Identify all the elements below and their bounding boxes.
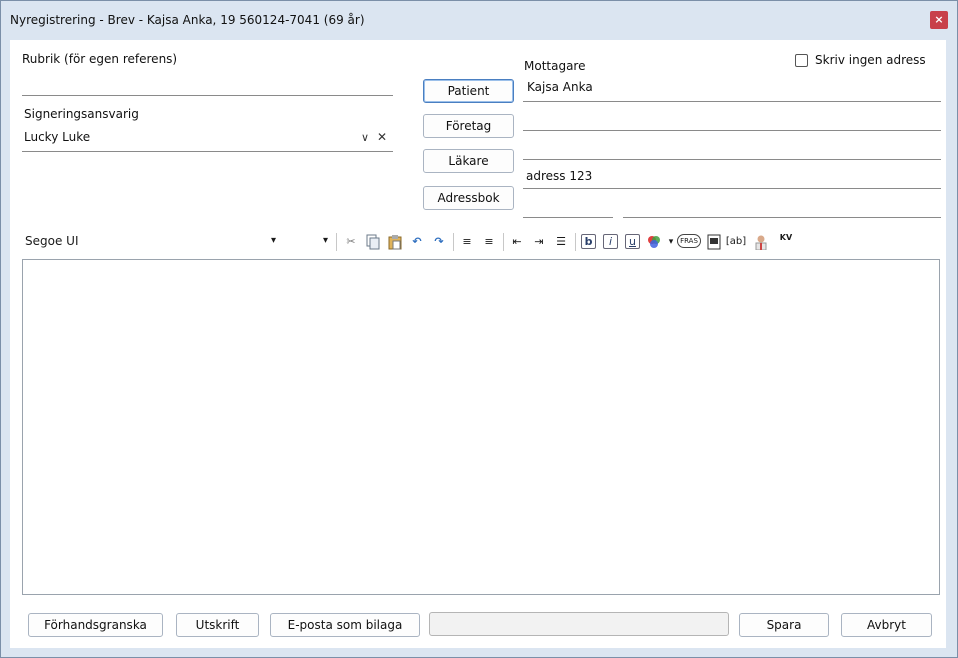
- bold-icon[interactable]: b: [581, 234, 596, 249]
- kv-icon[interactable]: KV: [778, 234, 794, 250]
- recipient-line-1-value: Kajsa Anka: [527, 80, 593, 94]
- font-size-dropdown-icon[interactable]: ▾: [323, 235, 328, 246]
- font-name-dropdown-icon[interactable]: ▾: [271, 235, 276, 246]
- italic-icon[interactable]: i: [603, 234, 618, 249]
- font-name-select[interactable]: Segoe UI: [25, 234, 78, 248]
- company-button[interactable]: Företag: [423, 114, 514, 138]
- redo-icon[interactable]: ↷: [431, 234, 447, 250]
- no-address-checkbox[interactable]: [795, 54, 808, 67]
- address-book-button[interactable]: Adressbok: [423, 186, 514, 210]
- signer-select[interactable]: Lucky Luke ∨ ✕: [22, 126, 393, 152]
- undo-icon[interactable]: ↶: [409, 234, 425, 250]
- patient-button[interactable]: Patient: [423, 79, 514, 103]
- template-icon[interactable]: [706, 234, 722, 250]
- chevron-down-icon[interactable]: ∨: [361, 131, 369, 144]
- signer-value: Lucky Luke: [24, 130, 91, 144]
- rubrik-input[interactable]: [22, 70, 393, 96]
- doctor-icon[interactable]: [753, 234, 769, 251]
- city-field[interactable]: [623, 193, 941, 218]
- recipient-line-4-value: adress 123: [526, 169, 593, 183]
- indent-icon[interactable]: ⇥: [531, 234, 547, 250]
- close-button[interactable]: ×: [930, 11, 948, 29]
- editor-toolbar: Segoe UI ▾ ▾ ✂ ↶ ↷ ≡ ≡ ⇤ ⇥ ☰ b i u ▾ FRA…: [13, 229, 941, 256]
- recipient-line-3[interactable]: [523, 135, 941, 160]
- recipient-line-2[interactable]: [523, 106, 941, 131]
- underline-icon[interactable]: u: [625, 234, 640, 249]
- title-bar[interactable]: Nyregistrering - Brev - Kajsa Anka, 19 5…: [1, 1, 957, 41]
- align-left-icon[interactable]: ≡: [459, 234, 475, 250]
- color-icon[interactable]: [646, 234, 662, 250]
- phrase-icon[interactable]: FRAS: [677, 234, 701, 248]
- close-icon: ×: [934, 13, 944, 26]
- outdent-icon[interactable]: ⇤: [509, 234, 525, 250]
- field-icon[interactable]: [ab]: [725, 234, 747, 250]
- preview-button[interactable]: Förhandsgranska: [28, 613, 163, 637]
- cut-icon[interactable]: ✂: [343, 234, 359, 250]
- window-title: Nyregistrering - Brev - Kajsa Anka, 19 5…: [10, 13, 365, 27]
- print-button[interactable]: Utskrift: [176, 613, 259, 637]
- signer-label: Signeringsansvarig: [24, 107, 139, 121]
- paste-icon[interactable]: [387, 234, 403, 250]
- recipient-line-4[interactable]: adress 123: [523, 164, 941, 189]
- recipient-label: Mottagare: [524, 59, 586, 73]
- clear-icon[interactable]: ✕: [377, 130, 387, 144]
- align-right-icon[interactable]: ≡: [481, 234, 497, 250]
- recipient-line-1[interactable]: Kajsa Anka: [523, 77, 941, 102]
- email-attachment-button[interactable]: E-posta som bilaga: [270, 613, 420, 637]
- copy-icon[interactable]: [365, 234, 381, 250]
- status-field: [429, 612, 729, 636]
- letter-body-editor[interactable]: [22, 259, 940, 595]
- rubrik-label: Rubrik (för egen referens): [22, 52, 178, 66]
- no-address-label: Skriv ingen adress: [815, 53, 926, 67]
- doctor-button[interactable]: Läkare: [423, 149, 514, 173]
- cancel-button[interactable]: Avbryt: [841, 613, 932, 637]
- save-button[interactable]: Spara: [739, 613, 829, 637]
- postcode-field[interactable]: [523, 193, 613, 218]
- bullet-list-icon[interactable]: ☰: [553, 234, 569, 250]
